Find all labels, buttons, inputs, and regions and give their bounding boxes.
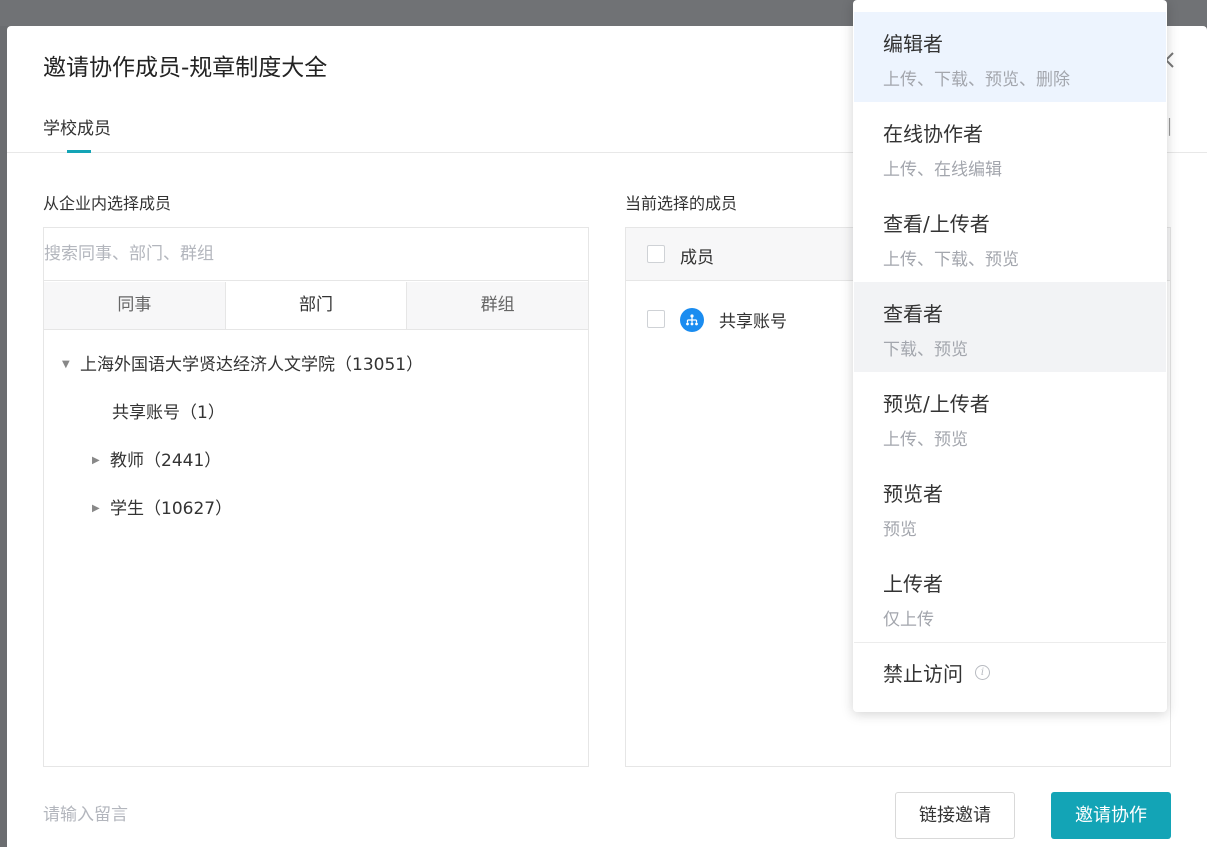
role-desc: 上传、下载、预览、删除 (883, 70, 1070, 90)
role-option-viewer-uploader[interactable]: 查看/上传者 上传、下载、预览 (854, 192, 1166, 282)
invite-button[interactable]: 邀请协作 (1051, 792, 1171, 839)
role-desc: 仅上传 (883, 610, 934, 630)
role-dropdown: 编辑者 上传、下载、预览、删除 在线协作者 上传、在线编辑 查看/上传者 上传、… (853, 0, 1167, 712)
role-desc: 下载、预览 (883, 340, 968, 360)
tab-departments[interactable]: 部门 (224, 282, 408, 329)
select-all-checkbox[interactable] (647, 245, 665, 263)
search-input[interactable] (44, 228, 588, 281)
role-name: 上传者 (883, 572, 943, 596)
tab-school-members[interactable]: 学校成员 (43, 114, 111, 139)
modal-title: 邀请协作成员-规章制度大全 (43, 55, 328, 81)
tree-node-label: 上海外国语大学贤达经济人文学院（13051） (80, 355, 424, 375)
role-desc: 上传、预览 (883, 430, 968, 450)
link-invite-button[interactable]: 链接邀请 (895, 792, 1015, 839)
member-picker: 同事 部门 群组 ▼ 上海外国语大学贤达经济人文学院（13051） 共享账号（1… (43, 227, 589, 767)
role-name: 预览/上传者 (883, 392, 990, 416)
role-name: 查看/上传者 (883, 212, 990, 236)
org-chart-icon (680, 308, 704, 332)
role-option-online-collaborator[interactable]: 在线协作者 上传、在线编辑 (854, 102, 1166, 192)
role-name: 预览者 (883, 482, 943, 506)
deny-access-label: 禁止访问 (883, 662, 963, 686)
selected-member-name: 共享账号 (719, 312, 787, 332)
role-desc: 预览 (883, 520, 917, 540)
right-section-label: 当前选择的成员 (625, 194, 738, 213)
info-icon[interactable]: i (975, 665, 990, 680)
role-option-uploader[interactable]: 上传者 仅上传 (854, 552, 1166, 642)
caret-down-icon[interactable]: ▼ (62, 350, 80, 380)
caret-right-icon[interactable]: ▶ (92, 494, 110, 524)
role-option-deny-access[interactable]: 禁止访问 i (854, 643, 1166, 701)
role-option-previewer[interactable]: 预览者 预览 (854, 462, 1166, 552)
role-option-previewer-uploader[interactable]: 预览/上传者 上传、预览 (854, 372, 1166, 462)
left-section-label: 从企业内选择成员 (43, 194, 172, 213)
tab-colleagues[interactable]: 同事 (44, 282, 225, 329)
message-input[interactable] (43, 801, 543, 829)
caret-right-icon[interactable]: ▶ (92, 446, 110, 476)
member-column-header: 成员 (680, 248, 714, 268)
tree-node-shared-account[interactable]: 共享账号（1） (112, 398, 225, 428)
tree-node-students[interactable]: ▶ 学生（10627） (92, 494, 232, 524)
tree-node-root[interactable]: ▼ 上海外国语大学贤达经济人文学院（13051） (62, 350, 423, 380)
picker-tabs: 同事 部门 群组 (44, 282, 589, 330)
role-desc: 上传、在线编辑 (883, 160, 1002, 180)
tab-groups[interactable]: 群组 (407, 282, 589, 329)
tree-node-label: 共享账号（1） (112, 403, 225, 423)
role-desc: 上传、下载、预览 (883, 250, 1019, 270)
role-option-viewer[interactable]: 查看者 下载、预览 (854, 282, 1166, 372)
role-name: 在线协作者 (883, 122, 983, 146)
member-checkbox[interactable] (647, 310, 665, 328)
active-tab-indicator (67, 150, 91, 153)
role-option-editor[interactable]: 编辑者 上传、下载、预览、删除 (854, 12, 1166, 102)
tree-node-label: 学生（10627） (110, 499, 233, 519)
tree-node-label: 教师（2441） (110, 451, 222, 471)
role-name: 查看者 (883, 302, 943, 326)
tree-node-teachers[interactable]: ▶ 教师（2441） (92, 446, 221, 476)
role-name: 编辑者 (883, 32, 943, 56)
